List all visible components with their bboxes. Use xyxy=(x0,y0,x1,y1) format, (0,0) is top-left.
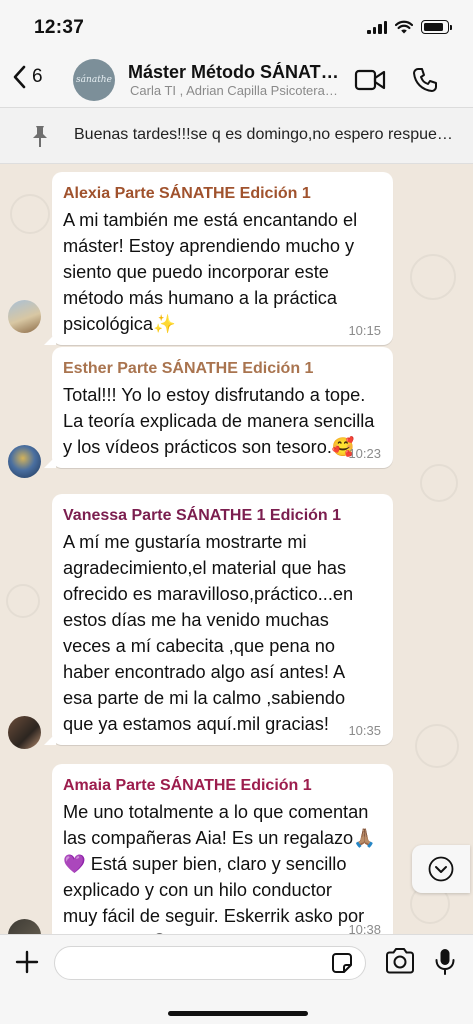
message-time: 10:35 xyxy=(348,723,381,738)
avatar[interactable] xyxy=(8,445,41,478)
message-input[interactable] xyxy=(54,946,366,980)
status-icons xyxy=(367,20,452,34)
message-time: 10:38 xyxy=(348,922,381,934)
scroll-to-bottom-button[interactable] xyxy=(412,845,470,893)
chat-title[interactable]: Máster Método SÁNATHE Edición 1 xyxy=(128,62,348,83)
pinned-message-bar[interactable]: Buenas tardes!!!se q es domingo,no esper… xyxy=(0,108,473,164)
wifi-icon xyxy=(395,20,413,34)
pinned-message-text: Buenas tardes!!!se q es domingo,no esper… xyxy=(74,126,456,143)
bubble-tail xyxy=(44,456,56,468)
message-text: Total!!! Yo lo estoy disfrutando a tope.… xyxy=(63,385,375,457)
battery-icon xyxy=(421,20,452,34)
wallpaper-doodle xyxy=(10,194,50,234)
video-camera-icon[interactable] xyxy=(354,68,386,92)
message-sender: Alexia Parte SÁNATHE Edición 1 xyxy=(63,185,311,202)
chat-participants[interactable]: Carla TI , Adrian Capilla Psicoterapeuta xyxy=(130,83,345,98)
message-time: 10:23 xyxy=(348,446,381,461)
message-time: 10:15 xyxy=(348,323,381,338)
back-button[interactable]: 6 xyxy=(12,64,43,90)
wallpaper-doodle xyxy=(6,584,40,618)
message-composer xyxy=(0,934,473,1024)
message-bubble[interactable]: Vanessa Parte SÁNATHE 1 Edición 1 A mí m… xyxy=(44,494,393,745)
message-text: Me uno totalmente a lo que comentan las … xyxy=(63,802,376,934)
plus-icon[interactable] xyxy=(14,949,40,975)
bubble-tail xyxy=(44,333,56,345)
phone-icon[interactable] xyxy=(412,67,438,93)
chevron-left-icon xyxy=(13,65,26,89)
status-time: 12:37 xyxy=(34,17,85,38)
avatar[interactable] xyxy=(8,716,41,749)
message-sender: Vanessa Parte SÁNATHE 1 Edición 1 xyxy=(63,507,342,524)
message-text: A mí me gustaría mostrarte mi agradecimi… xyxy=(63,532,354,734)
message-list[interactable]: Alexia Parte SÁNATHE Edición 1 A mi tamb… xyxy=(0,164,473,934)
message-bubble[interactable]: Amaia Parte SÁNATHE Edición 1 Me uno tot… xyxy=(52,764,393,934)
pin-icon xyxy=(33,126,47,147)
group-avatar[interactable]: sánathe xyxy=(73,59,115,101)
wallpaper-doodle xyxy=(415,724,459,768)
status-bar: 12:37 xyxy=(0,0,473,52)
bubble-tail xyxy=(44,733,56,745)
chevron-down-icon xyxy=(428,856,454,882)
message-bubble[interactable]: Esther Parte SÁNATHE Edición 1 Total!!! … xyxy=(44,347,393,468)
message-bubble[interactable]: Alexia Parte SÁNATHE Edición 1 A mi tamb… xyxy=(44,172,393,345)
battery-level xyxy=(423,22,443,32)
message-sender: Amaia Parte SÁNATHE Edición 1 xyxy=(63,777,312,794)
message-text: A mi también me está encantando el máste… xyxy=(63,210,358,334)
wallpaper-doodle xyxy=(420,464,458,502)
microphone-icon[interactable] xyxy=(434,947,456,977)
avatar[interactable] xyxy=(8,300,41,333)
sticker-icon[interactable] xyxy=(330,951,354,975)
unread-count: 6 xyxy=(32,66,43,87)
chat-header: 6 sánathe Máster Método SÁNATHE Edición … xyxy=(0,52,473,108)
avatar[interactable] xyxy=(8,919,41,934)
camera-icon[interactable] xyxy=(384,947,416,975)
message-sender: Esther Parte SÁNATHE Edición 1 xyxy=(63,360,314,377)
cellular-signal-icon xyxy=(367,20,387,34)
home-indicator xyxy=(168,1011,308,1016)
wallpaper-doodle xyxy=(410,254,456,300)
